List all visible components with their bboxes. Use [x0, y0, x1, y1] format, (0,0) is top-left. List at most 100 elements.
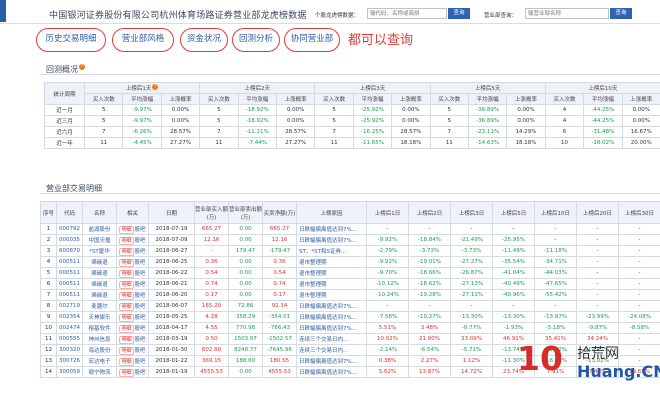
table-row[interactable]: 3 600870 *ST厦华 明细 股吧 2018-06-27-179.47 -179.47… — [40, 245, 660, 257]
forum-link[interactable]: 股吧 — [135, 271, 146, 277]
code-link[interactable]: 300320 — [56, 344, 83, 356]
reason-cell[interactable]: 日跌幅偏离值达到7%... — [296, 355, 367, 367]
forum-link[interactable]: 股吧 — [135, 337, 146, 343]
forum-link[interactable]: 股吧 — [135, 326, 146, 332]
help-icon[interactable]: ? — [152, 84, 159, 90]
code-link[interactable]: 000555 — [56, 333, 83, 345]
name-link[interactable]: 烯碳退 — [82, 289, 117, 301]
reason-cell[interactable]: 日跌幅偏离值达到7%... — [296, 311, 367, 323]
dept-search-input[interactable] — [525, 8, 609, 19]
table-row[interactable]: 8 002719 麦趣尔 明细 股吧 2018-06-07 165.20 72.86 92.34… — [40, 300, 660, 312]
code-link[interactable]: 002474 — [56, 322, 83, 334]
code-link[interactable]: 002719 — [56, 300, 83, 312]
detail-link[interactable]: 明细 — [119, 291, 134, 300]
detail-link[interactable]: 明细 — [119, 225, 134, 234]
return-cell: - — [366, 300, 409, 312]
code-link[interactable]: 300726 — [56, 355, 83, 367]
value-cell: 28.57% — [160, 126, 201, 138]
reason-cell[interactable]: 日跌幅偏离值达到7%... — [296, 300, 367, 312]
name-link[interactable]: 麦趣尔 — [82, 300, 117, 312]
related-cell: 明细 股吧 — [116, 300, 149, 312]
code-link[interactable]: 002354 — [56, 311, 83, 323]
forum-link[interactable]: 股吧 — [135, 227, 146, 233]
reason-cell[interactable]: 日跌幅偏离值达到7%... — [296, 234, 367, 246]
name-link[interactable]: 烯碳退 — [82, 278, 117, 290]
code-link[interactable]: 000511 — [56, 256, 83, 268]
forum-link[interactable]: 股吧 — [135, 282, 146, 288]
name-link[interactable]: 盐湖股份 — [82, 223, 117, 235]
return-cell: -19.28% — [408, 289, 451, 301]
detail-link[interactable]: 明细 — [119, 236, 134, 245]
table-row[interactable]: 9 002354 天神娱乐 明细 股吧 2018-05-25 4.28 358.29 -354.… — [40, 311, 660, 323]
code-link[interactable]: 000511 — [56, 278, 83, 290]
name-link[interactable]: 烯碳退 — [82, 256, 117, 268]
name-link[interactable]: 神州信息 — [82, 333, 117, 345]
reason-cell[interactable]: 连续三个交易日内... — [296, 333, 367, 345]
code-link[interactable]: 300059 — [56, 366, 83, 378]
help-icon[interactable]: ? — [79, 64, 85, 70]
value-cell: 11 — [199, 137, 239, 149]
tab-funds[interactable]: 资金状况 — [180, 28, 228, 52]
dept-query-button[interactable]: 查询 — [610, 8, 632, 19]
detail-link[interactable]: 明细 — [119, 335, 134, 344]
reason-cell[interactable]: 退市整理期 — [296, 267, 367, 279]
detail-link[interactable]: 明细 — [119, 368, 134, 377]
stock-search-input[interactable] — [367, 8, 447, 19]
reason-cell[interactable]: 连续三个交易日内... — [296, 344, 367, 356]
table-row[interactable]: 6 000511 烯碳退 明细 股吧 2018-06-21 0.74 0.00 0.74 退市整理… — [40, 278, 660, 290]
detail-link[interactable]: 明细 — [119, 346, 134, 355]
reason-cell[interactable]: 日跌幅偏离值达到7%... — [296, 223, 367, 235]
name-link[interactable]: 榕基软件 — [82, 322, 117, 334]
tab-dept-style[interactable]: 营业部风格 — [112, 28, 174, 52]
name-link[interactable]: 宏达电子 — [82, 355, 117, 367]
detail-link[interactable]: 明细 — [119, 357, 134, 366]
detail-link[interactable]: 明细 — [119, 269, 134, 278]
forum-link[interactable]: 股吧 — [135, 370, 146, 376]
forum-link[interactable]: 股吧 — [135, 249, 146, 255]
forum-link[interactable]: 股吧 — [135, 348, 146, 354]
reason-cell[interactable]: 日跌幅偏离值达到7%... — [296, 322, 367, 334]
stock-query-button[interactable]: 查询 — [448, 8, 470, 19]
table-row[interactable]: 1 000792 盐湖股份 明细 股吧 2018-07-19 665.27 0.00 665.2… — [40, 223, 660, 235]
col-period: 统计周期 — [44, 82, 85, 105]
table-row[interactable]: 5 000511 烯碳退 明细 股吧 2018-06-22 0.54 0.00 0.54 退市整理… — [40, 267, 660, 279]
name-link[interactable]: 烯碳退 — [82, 267, 117, 279]
reason-cell[interactable]: 日跌幅偏离值达到7%... — [296, 366, 367, 378]
name-link[interactable]: 天神娱乐 — [82, 311, 117, 323]
detail-link[interactable]: 明细 — [119, 247, 134, 256]
forum-link[interactable]: 股吧 — [135, 293, 146, 299]
reason-cell[interactable]: ST、*ST和S证券... — [296, 245, 367, 257]
code-link[interactable]: 000511 — [56, 267, 83, 279]
table-row[interactable]: 10 002474 榕基软件 明细 股吧 2018-04-17 4.55 770.98 -766… — [40, 322, 660, 334]
name-link[interactable]: *ST厦华 — [82, 245, 117, 257]
tab-cooperating-depts[interactable]: 协同营业部 — [284, 28, 340, 52]
detail-link[interactable]: 明细 — [119, 280, 134, 289]
name-link[interactable]: 赣宁物流 — [82, 366, 117, 378]
code-link[interactable]: 600870 — [56, 245, 83, 257]
return-cell: -18.66% — [408, 267, 451, 279]
code-link[interactable]: 000511 — [56, 289, 83, 301]
date-cell: 2018-06-27 — [148, 245, 195, 257]
detail-link[interactable]: 明细 — [119, 313, 134, 322]
table-row[interactable]: 7 000511 烯碳退 明细 股吧 2018-06-20 0.17 0.00 0.17 退市整理… — [40, 289, 660, 301]
code-link[interactable]: 000035 — [56, 234, 83, 246]
forum-link[interactable]: 股吧 — [135, 315, 146, 321]
reason-cell[interactable]: 退市整理期 — [296, 256, 367, 268]
reason-cell[interactable]: 退市整理期 — [296, 289, 367, 301]
name-link[interactable]: 中国天楹 — [82, 234, 117, 246]
tab-backtest[interactable]: 回测分析 — [232, 28, 280, 52]
detail-link[interactable]: 明细 — [119, 258, 134, 267]
code-link[interactable]: 000792 — [56, 223, 83, 235]
forum-link[interactable]: 股吧 — [135, 359, 146, 365]
detail-link[interactable]: 明细 — [119, 302, 134, 311]
forum-link[interactable]: 股吧 — [135, 260, 146, 266]
table-row[interactable]: 2 000035 中国天楹 明细 股吧 2018-07-09 12.16 0.00 12.16 日… — [40, 234, 660, 246]
name-link[interactable]: 海达股份 — [82, 344, 117, 356]
forum-link[interactable]: 股吧 — [135, 304, 146, 310]
sell-cell: 0.00 — [228, 256, 263, 268]
detail-link[interactable]: 明细 — [119, 324, 134, 333]
reason-cell[interactable]: 退市整理期 — [296, 278, 367, 290]
forum-link[interactable]: 股吧 — [135, 238, 146, 244]
tab-trade-history[interactable]: 历史交易明细 — [36, 28, 106, 52]
table-row[interactable]: 4 000511 烯碳退 明细 股吧 2018-06-25 0.36 0.00 0.36 退市整理… — [40, 256, 660, 268]
